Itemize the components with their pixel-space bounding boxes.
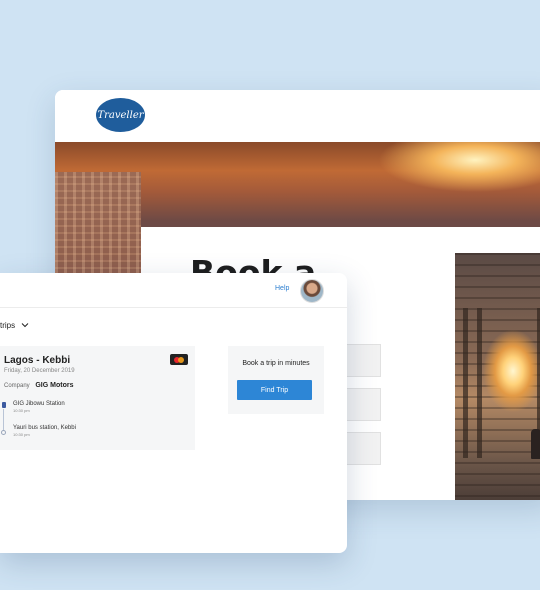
photo-traveller xyxy=(531,429,540,459)
photo-pillar xyxy=(477,308,482,458)
avatar[interactable] xyxy=(300,279,324,303)
company-name: GIG Motors xyxy=(35,382,74,389)
card-icon-circle-orange xyxy=(178,357,184,363)
arrival-stop: Yauri bus station, Kebbi 10:30 pm xyxy=(13,425,76,437)
departure-station: GIG Jibowu Station xyxy=(13,401,65,407)
book-panel-title: Book a trip in minutes xyxy=(242,360,310,367)
company-row: Company GIG Motors xyxy=(4,382,73,389)
arrival-time: 10:30 pm xyxy=(13,432,30,437)
card-icon xyxy=(170,354,188,365)
trips-nav-label: trips xyxy=(0,321,16,330)
book-panel: Book a trip in minutes Find Trip xyxy=(228,346,324,414)
trip-date: Friday, 20 December 2019 xyxy=(4,368,75,374)
traveller-logo[interactable]: Traveller xyxy=(96,98,145,132)
find-trip-button[interactable]: Find Trip xyxy=(237,380,312,400)
trip-route: Lagos - Kebbi xyxy=(4,355,71,366)
app-header: Help xyxy=(0,273,347,308)
arrival-station: Yauri bus station, Kebbi xyxy=(13,425,76,431)
chevron-down-icon xyxy=(22,323,29,328)
pin-icon xyxy=(1,430,6,435)
help-link[interactable]: Help xyxy=(275,285,289,292)
photo-pillar xyxy=(463,308,468,458)
trip-card[interactable]: Lagos - Kebbi Friday, 20 December 2019 C… xyxy=(0,346,195,450)
front-window: Help trips Lagos - Kebbi Friday, 20 Dece… xyxy=(0,273,347,553)
departure-stop: GIG Jibowu Station 10:30 pm xyxy=(13,401,65,413)
trips-dropdown[interactable]: trips xyxy=(0,321,29,330)
company-label: Company xyxy=(4,383,30,389)
route-line xyxy=(3,409,4,431)
back-header: Traveller xyxy=(55,90,540,142)
station-photo xyxy=(455,253,540,500)
departure-time: 10:30 pm xyxy=(13,408,30,413)
bus-icon xyxy=(2,402,6,408)
